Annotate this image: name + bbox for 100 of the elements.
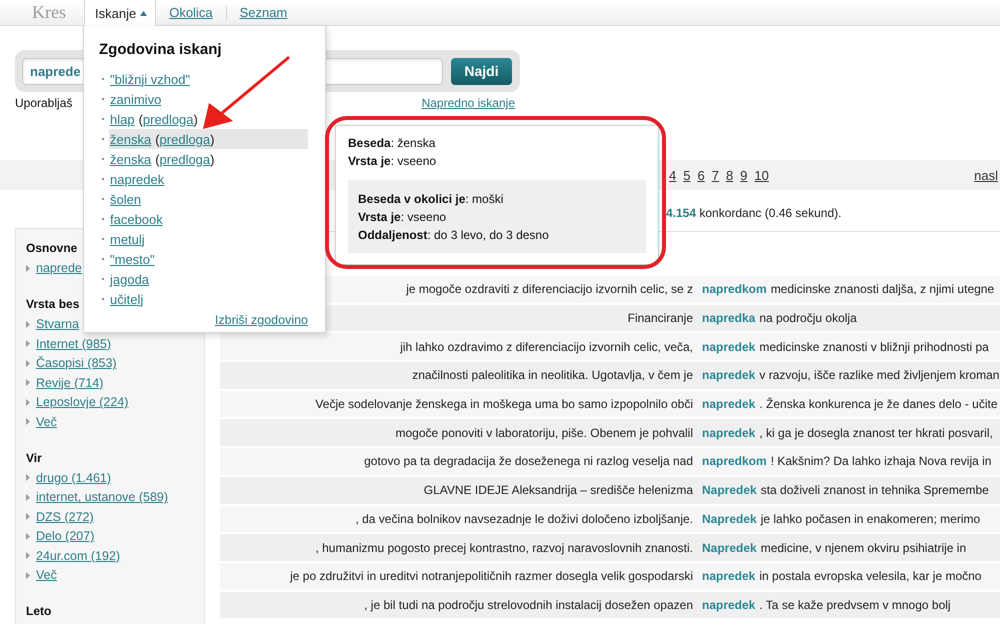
filter-link[interactable]: Več	[36, 568, 57, 582]
dropdown-title: Zgodovina iskanj	[99, 40, 223, 60]
triangle-icon	[26, 340, 30, 348]
tooltip-line: Vrsta je: vseeno	[348, 153, 438, 170]
triangle-icon	[26, 552, 30, 560]
triangle-icon	[26, 494, 30, 501]
page-link[interactable]: 9	[740, 168, 748, 182]
triangle-icon	[26, 532, 30, 540]
left-context: , humanizmu pogosto precej kontrastno, razvoj naravoslovnih znanosti.	[315, 540, 693, 555]
triangle-icon	[26, 474, 30, 482]
left-context: značilnosti paleolitika in neolitika. Ugotavlja, v čem je	[412, 368, 693, 382]
right-context: ! Kakšnim? Da lahko izhaja Nova revija in	[770, 454, 992, 468]
results-count: 4.154 konkordanc (0.46 sekund).	[666, 206, 842, 220]
filter-link[interactable]: Časopisi (853)	[36, 356, 117, 370]
right-context: medicinske znanosti v bližnji prihodnosti pa	[759, 340, 989, 354]
right-context: je lahko počasen in enakomeren; merimo	[760, 512, 980, 526]
clear-history-link[interactable]: Izbriši zgodovino	[214, 313, 308, 327]
history-link[interactable]: metulj	[110, 232, 145, 246]
left-context: GLAVNE IDEJE Aleksandrija – središče helenizma	[424, 483, 693, 498]
keyword: napredek	[702, 426, 756, 440]
keyword: napredkom	[702, 454, 767, 468]
section-heading: Osnovne	[26, 240, 78, 257]
right-context: , ki ga je dosegla znanost ter hkrati posvaril,	[759, 426, 993, 440]
page-link[interactable]: 10	[754, 168, 769, 182]
left-context: gotovo pa ta degradacija že doseženega ni razlog veselja nad	[364, 454, 693, 468]
filter-link[interactable]: drugo (1.461)	[36, 470, 112, 485]
triangle-icon	[26, 264, 30, 272]
keyword: napredek	[702, 397, 756, 412]
page-link[interactable]: 5	[683, 168, 690, 182]
section-heading: Vrsta bes	[26, 296, 80, 313]
advanced-search-link[interactable]: Napredno iskanje	[422, 96, 515, 110]
triangle-icon	[26, 398, 30, 406]
keyword: napredkom	[702, 282, 767, 296]
keyword: napredek	[702, 368, 756, 382]
tooltip-line: Beseda v okolici je: moški	[358, 191, 504, 208]
nav-tab[interactable]: Okolica	[156, 0, 226, 25]
tooltip-line: Vrsta je: vseeno	[358, 209, 448, 226]
page-link[interactable]: 8	[726, 168, 734, 182]
triangle-icon	[26, 572, 30, 579]
triangle-icon	[26, 513, 30, 520]
search-note: Uporabljaš	[15, 96, 72, 110]
template-link[interactable]: (predloga)	[155, 152, 214, 166]
keyword: Napredek	[702, 512, 757, 526]
left-context: je mogoče ozdraviti z diferenciacijo izvornih celic, se z	[406, 282, 693, 296]
left-context: , je bil tudi na področju strelovodnih instalacij dosežen opazen	[364, 598, 693, 612]
filter-link[interactable]: Več	[36, 414, 57, 429]
triangle-icon	[26, 379, 30, 386]
right-context: medicine, v njenem okviru psihiatrije in	[760, 540, 966, 555]
section-heading: Vir	[26, 450, 42, 466]
filter-link[interactable]: DZS (272)	[36, 510, 94, 524]
page-link[interactable]: 4	[669, 168, 676, 182]
history-link[interactable]: učitelj	[110, 292, 144, 306]
triangle-icon	[26, 320, 30, 328]
template-link[interactable]: (predloga)	[138, 112, 198, 126]
page-link[interactable]: 7	[712, 168, 719, 182]
tooltip-line: Oddaljenost: do 3 levo, do 3 desno	[358, 227, 550, 244]
page-link[interactable]: 6	[697, 168, 705, 182]
left-context: Večje sodelovanje ženskega in moškega uma bo samo izpopolnilo obči	[315, 397, 693, 412]
nav-tab[interactable]: Iskanje	[84, 0, 156, 26]
left-context: jih lahko ozdravimo z diferenciacijo izvornih celic, veča,	[400, 340, 693, 354]
next-page-link[interactable]: nasl	[974, 168, 998, 182]
filter-link[interactable]: Internet (985)	[36, 336, 112, 351]
keyword: Napredek	[702, 540, 757, 555]
left-context: Financiranje	[628, 311, 693, 326]
logo[interactable]: Kres	[32, 0, 66, 25]
left-context: , da večina bolnikov navsezadnje le doživi določeno izboljšanje.	[355, 512, 693, 526]
filter-link[interactable]: Delo (207)	[36, 529, 94, 544]
keyword: Napredek	[702, 483, 757, 498]
filter-link[interactable]: internet, ustanove (589)	[36, 490, 168, 504]
history-link[interactable]: šolen	[110, 192, 142, 206]
left-context: mogoče ponoviti v laboratoriju, piše. Obenem je pohvalil	[396, 426, 693, 440]
template-link[interactable]: (predloga)	[155, 132, 214, 146]
keyword: napredka	[702, 311, 756, 326]
history-link[interactable]: "bližnji vzhod"	[110, 72, 190, 86]
filter-link[interactable]: naprede	[36, 261, 82, 276]
history-link[interactable]: ženska	[110, 152, 152, 166]
history-item[interactable]: ženska (predloga)	[109, 129, 308, 149]
keyword: napredek	[702, 598, 756, 612]
right-context: na področju okolja	[759, 311, 857, 326]
right-context: sta doživeli znanost in tehnika Spremembe	[760, 483, 989, 498]
filter-link[interactable]: Leposlovje (224)	[36, 395, 128, 410]
filter-link[interactable]: Revije (714)	[36, 376, 104, 390]
right-context: in postala evropska velesila, kar je močno	[759, 569, 982, 584]
left-context: je po združitvi in ureditvi notranjepolitičnih razmer dosegla velik gospodarski	[290, 569, 693, 584]
filter-link[interactable]: Stvarna	[36, 317, 80, 332]
nav-tab[interactable]: Seznam	[226, 0, 300, 25]
filter-link[interactable]: 24ur.com (192)	[36, 548, 120, 563]
history-link[interactable]: hlap	[110, 112, 135, 126]
section-heading: Leto	[26, 603, 52, 620]
keyword: napredek	[702, 569, 756, 584]
right-context: medicinske znanosti daljša, z njimi utegne	[770, 282, 994, 296]
history-link[interactable]: "mesto"	[110, 252, 155, 266]
history-link[interactable]: ženska	[110, 132, 152, 146]
history-link[interactable]: jagoda	[110, 272, 150, 286]
history-link[interactable]: facebook	[110, 212, 163, 226]
right-context: v razvoju, išče razlike med življenjem kroman	[759, 368, 1000, 382]
history-link[interactable]: napredek	[110, 172, 164, 186]
search-button[interactable]: Najdi	[451, 58, 512, 84]
history-link[interactable]: zanimivo	[110, 92, 162, 106]
tooltip-line: Beseda: ženska	[348, 135, 436, 152]
